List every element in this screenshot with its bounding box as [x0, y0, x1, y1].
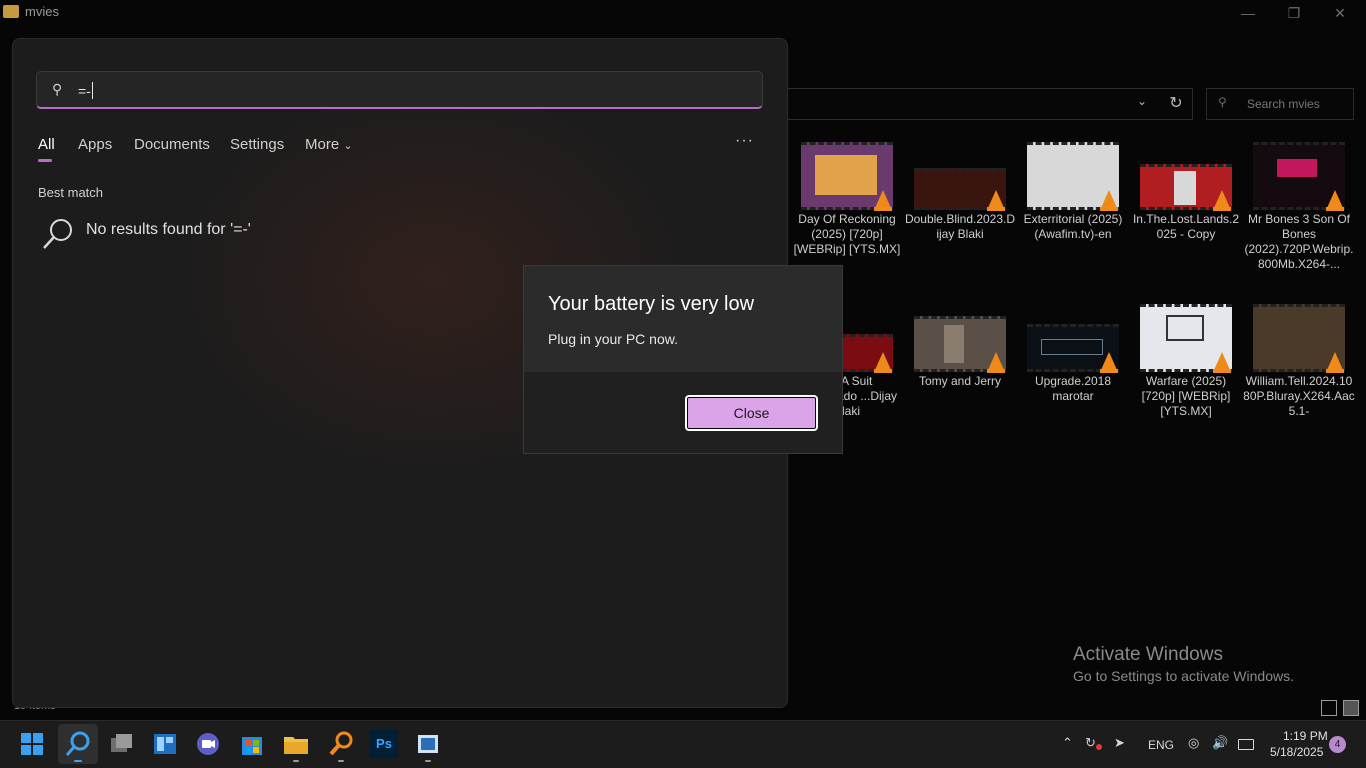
file-name: Mr Bones 3 Son Of Bones (2022).720P.Webr… — [1244, 212, 1354, 271]
tab-settings[interactable]: Settings — [230, 136, 284, 153]
dialog-title: Your battery is very low — [548, 293, 755, 315]
file-name: Upgrade.2018 marotar — [1034, 374, 1112, 403]
store-icon[interactable] — [236, 728, 268, 760]
vlc-cone-icon — [1213, 352, 1231, 373]
refresh-icon[interactable]: ↻ — [1165, 93, 1187, 113]
no-results-message: No results found for '=-' — [86, 221, 251, 238]
maximize-button[interactable]: ❐ — [1284, 4, 1304, 22]
file-name: Exterritorial (2025) (Awafim.tv)-en — [1023, 212, 1123, 241]
sync-error-dot — [1096, 744, 1102, 750]
chevron-down-icon: ⌄ — [343, 140, 353, 152]
start-icon[interactable] — [16, 728, 48, 760]
search-icon: ⚲ — [52, 81, 63, 97]
activate-windows-title: Activate Windows — [1073, 644, 1223, 665]
folder-icon — [3, 5, 19, 18]
running-indicator — [338, 760, 344, 762]
media-app-icon[interactable] — [412, 728, 444, 760]
search-input[interactable] — [36, 71, 763, 109]
task-view-icon[interactable] — [105, 728, 137, 760]
details-view-icon[interactable] — [1321, 700, 1337, 716]
explorer-search-placeholder: Search mvies — [1247, 97, 1320, 111]
clock-time[interactable]: 1:19 PM — [1283, 729, 1328, 743]
search-tool-icon[interactable] — [325, 728, 357, 760]
minimize-button[interactable]: — — [1238, 4, 1258, 22]
vlc-cone-icon — [1100, 190, 1118, 211]
file-name: In.The.Lost.Lands.2025 - Copy — [1132, 212, 1240, 241]
vlc-cone-icon — [1213, 190, 1231, 211]
vlc-cone-icon — [1326, 190, 1344, 211]
meet-icon[interactable] — [192, 728, 224, 760]
close-window-button[interactable]: ✕ — [1330, 4, 1350, 22]
send-icon[interactable]: ➤ — [1114, 735, 1125, 751]
vlc-cone-icon — [987, 352, 1005, 373]
vlc-cone-icon — [874, 190, 892, 211]
file-name: Tomy and Jerry — [918, 374, 1002, 388]
vlc-cone-icon — [1100, 352, 1118, 373]
explorer-title-bar[interactable] — [0, 0, 1366, 26]
vlc-cone-icon — [1326, 352, 1344, 373]
file-name: Warfare (2025) [720p] [WEBRip] [YTS.MX] — [1141, 374, 1231, 418]
tab-more[interactable]: More ⌄ — [305, 136, 353, 153]
vlc-cone-icon — [874, 352, 892, 373]
clock-date[interactable]: 5/18/2025 — [1270, 745, 1323, 759]
large-icons-view-icon[interactable] — [1343, 700, 1359, 716]
volume-icon[interactable]: 🔊 — [1212, 735, 1228, 751]
battery-icon[interactable] — [1238, 739, 1254, 750]
file-name: Day Of Reckoning (2025) [720p] [WEBRip] … — [793, 212, 901, 256]
address-bar[interactable] — [780, 88, 1193, 120]
search-icon[interactable] — [62, 728, 94, 760]
search-query: =- — [78, 83, 91, 99]
tab-more-label: More — [305, 136, 340, 153]
running-indicator — [74, 760, 82, 762]
text-caret — [92, 82, 93, 99]
chevron-up-icon[interactable]: ⌃ — [1062, 735, 1073, 751]
language-indicator[interactable]: ENG — [1148, 738, 1174, 752]
running-indicator — [425, 760, 431, 762]
tab-apps[interactable]: Apps — [78, 136, 112, 153]
photoshop-icon[interactable]: Ps — [370, 730, 398, 758]
widgets-icon[interactable] — [149, 728, 181, 760]
notification-badge[interactable]: 4 — [1329, 736, 1346, 753]
explorer-title: mvies — [25, 4, 59, 19]
tab-documents[interactable]: Documents — [134, 136, 210, 153]
more-options-icon[interactable]: ··· — [735, 132, 754, 150]
tab-all[interactable]: All — [38, 136, 55, 153]
close-button[interactable]: Close — [685, 395, 818, 431]
file-name: Double.Blind.2023.Dijay Blaki — [904, 212, 1016, 241]
network-icon[interactable]: ◎ — [1188, 735, 1199, 751]
chevron-down-icon[interactable]: ⌄ — [1134, 94, 1150, 112]
search-icon — [43, 219, 72, 249]
best-match-heading: Best match — [38, 185, 104, 200]
dialog-message: Plug in your PC now. — [548, 331, 678, 347]
running-indicator — [293, 760, 299, 762]
sync-icon[interactable]: ↻ — [1085, 735, 1096, 751]
file-explorer-icon[interactable] — [280, 728, 312, 760]
file-name: William.Tell.2024.1080P.Bluray.X264.Aac5… — [1243, 374, 1355, 418]
search-icon: ⚲ — [1218, 95, 1227, 109]
vlc-cone-icon — [987, 190, 1005, 211]
active-tab-indicator — [38, 159, 52, 162]
activate-windows-subtitle: Go to Settings to activate Windows. — [1073, 668, 1294, 684]
